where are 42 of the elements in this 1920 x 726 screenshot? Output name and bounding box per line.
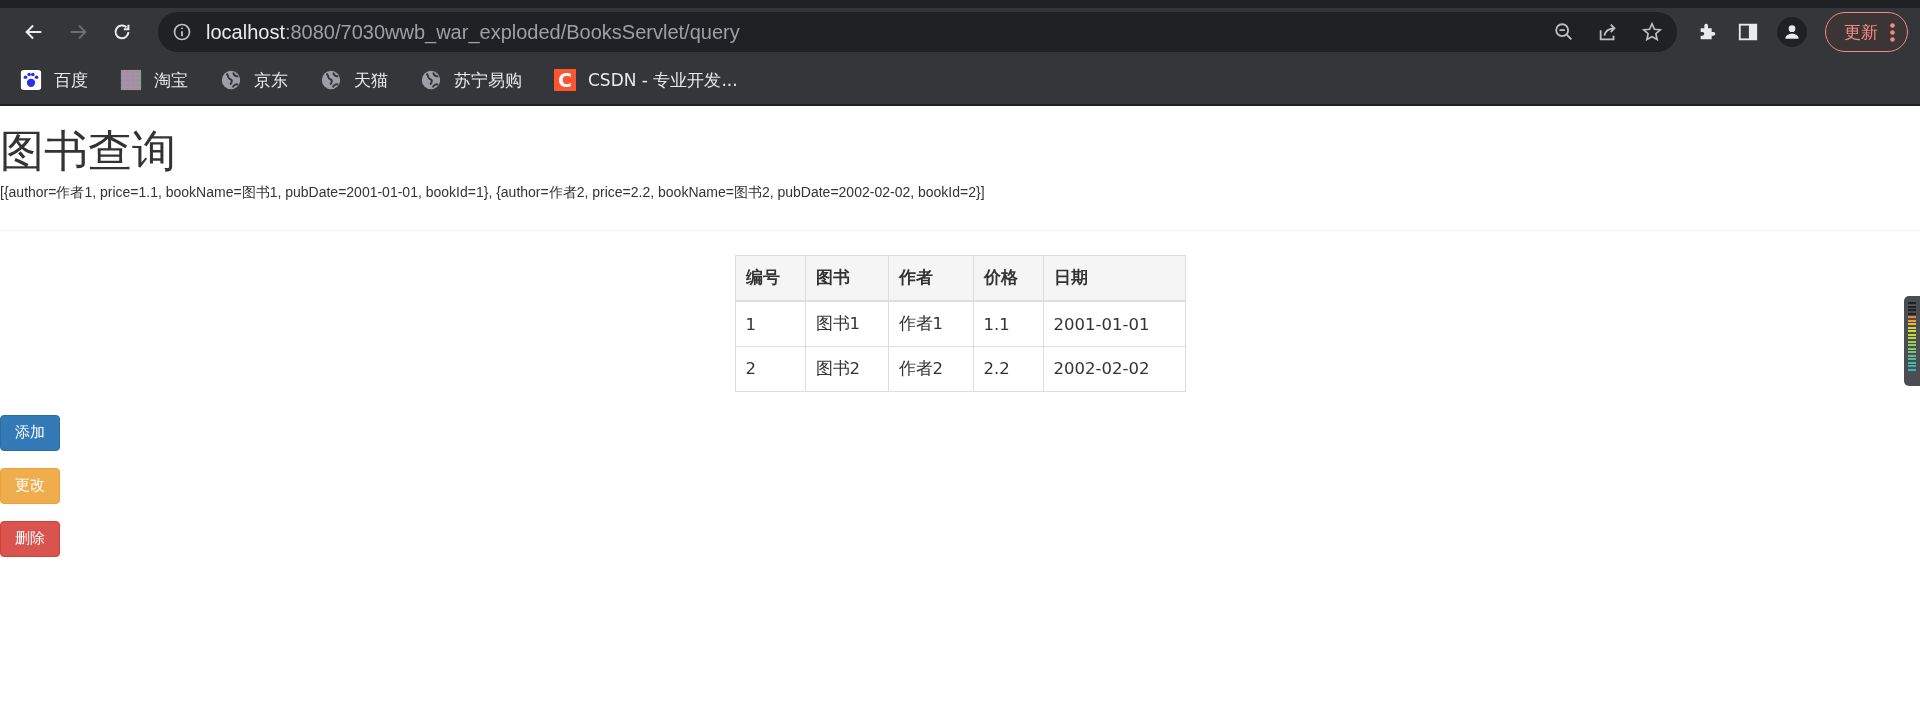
more-vertical-icon bbox=[1890, 22, 1895, 42]
globe-icon bbox=[220, 69, 242, 91]
bookmark[interactable]: 苏宁易购 bbox=[414, 64, 528, 96]
delete-button[interactable]: 删除 bbox=[0, 520, 60, 557]
page-title: 图书查询 bbox=[0, 125, 177, 178]
column-header: 价格 bbox=[973, 255, 1043, 302]
column-header: 编号 bbox=[735, 255, 805, 302]
column-header: 日期 bbox=[1043, 255, 1185, 302]
person-icon bbox=[1782, 22, 1802, 42]
info-icon bbox=[172, 22, 192, 42]
add-button[interactable]: 添加 bbox=[0, 414, 60, 451]
bookmark[interactable]: 天猫 bbox=[314, 64, 394, 96]
column-header: 作者 bbox=[888, 255, 973, 302]
bookmark[interactable]: 淘宝 bbox=[114, 64, 194, 96]
table-cell: 作者2 bbox=[888, 346, 973, 392]
table-cell: 图书2 bbox=[805, 346, 888, 392]
star-icon[interactable] bbox=[1641, 21, 1663, 43]
data-dump-text: [{author=作者1, price=1.1, bookName=图书1, pubDate=2001-01-01, bookId=1}, {author=作者2, price=2.2, bookName=图书2, pubDate=2002-02-02, bookId=2}] bbox=[0, 183, 986, 202]
zoom-out-icon[interactable] bbox=[1553, 21, 1575, 43]
globe-icon bbox=[320, 69, 342, 91]
letter-icon: C bbox=[554, 69, 576, 91]
bookmark[interactable]: C CSDN - 专业开发... bbox=[548, 64, 744, 96]
url-text: localhost:8080/7030wwb_war_exploded/BooksServlet/query bbox=[206, 20, 741, 44]
profile-button[interactable] bbox=[1777, 17, 1807, 47]
bookmark[interactable]: 京东 bbox=[214, 64, 294, 96]
side-panel-icon[interactable] bbox=[1737, 21, 1759, 43]
table-cell: 2 bbox=[735, 346, 805, 392]
table-cell: 2001-01-01 bbox=[1043, 301, 1185, 347]
table-cell: 1.1 bbox=[973, 301, 1043, 347]
column-header: 图书 bbox=[805, 255, 888, 302]
pixel-tile-icon bbox=[120, 69, 142, 91]
table-cell: 图书1 bbox=[805, 301, 888, 347]
globe-icon bbox=[420, 69, 442, 91]
address-bar[interactable]: localhost:8080/7030wwb_war_exploded/BooksServlet/query bbox=[158, 12, 1677, 52]
paw-icon bbox=[20, 69, 42, 91]
table-cell: 1 bbox=[735, 301, 805, 347]
update-button[interactable]: 更新 bbox=[1825, 12, 1908, 52]
table-cell: 2002-02-02 bbox=[1043, 346, 1185, 392]
table-cell: 作者1 bbox=[888, 301, 973, 347]
table-cell: 2.2 bbox=[973, 346, 1043, 392]
share-icon[interactable] bbox=[1597, 21, 1619, 43]
bookmark[interactable]: 百度 bbox=[14, 64, 94, 96]
